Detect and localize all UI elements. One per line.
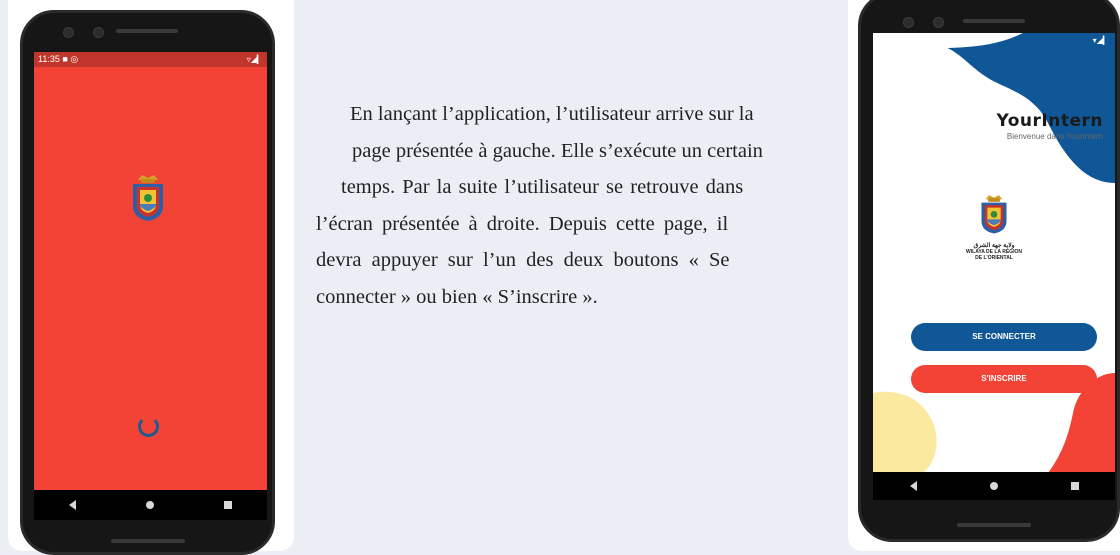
front-camera-icon [63,27,74,38]
signal-battery-icon: ▿◢▎ [246,55,263,64]
recent-apps-icon[interactable] [1070,482,1079,490]
settings-icon: ⚙ [890,35,899,45]
home-icon[interactable] [989,482,998,490]
description-line: l’écran présentée à droite. Depuis cette… [316,212,729,235]
splash-screen: 11:35 ■ ◎ ▿◢▎ [34,52,267,520]
app-subtitle: Bienvenue dans YourIntern [1006,132,1103,141]
status-bar: 11:35 ■ ◎ ▿◢▎ [34,52,267,67]
android-nav-bar [34,490,267,520]
decorative-blobs [873,33,1115,473]
android-nav-bar [873,472,1115,500]
notification-icon: ◎ [70,54,79,64]
connect-button[interactable]: SE CONNECTER [911,323,1097,351]
back-icon[interactable] [909,481,917,491]
description-line: En lançant l’application, l’utilisateur … [350,103,754,125]
app-title: YourIntern [996,111,1103,131]
wilaya-crest-logo [981,195,1007,234]
signup-button[interactable]: S'INSCRIRE [911,365,1097,393]
logo-caption: ولاية جهة الشرق WILAYA DE LA RÉGION DE L… [873,243,1115,261]
earpiece-speaker [963,19,1025,23]
description-line: devra appuyer sur l’un des deux boutons … [316,249,730,271]
bottom-speaker [111,539,185,543]
bottom-speaker [957,523,1031,527]
recent-apps-icon[interactable] [224,501,232,509]
home-phone: 11 ⚙ ◎ ▾◢▎ YourIntern Bienvenue dans You… [858,0,1120,542]
status-bar: 11 ⚙ ◎ ▾◢▎ [873,33,1115,48]
notification-icon: ◎ [901,35,910,45]
loading-spinner [138,416,159,437]
wilaya-crest-logo [133,175,163,221]
earpiece-speaker [116,29,178,33]
front-sensor-icon [93,27,104,38]
splash-phone: 11:35 ■ ◎ ▿◢▎ [20,10,275,555]
home-icon[interactable] [146,501,154,509]
description-paragraph: En lançant l’application, l’utilisateur … [315,96,843,315]
signal-battery-icon: ▾◢▎ [1092,36,1109,45]
description-line: temps. Par la suite l’utilisateur se ret… [341,176,744,198]
status-time: 11 [879,35,889,45]
back-icon[interactable] [69,500,76,510]
lock-icon: ■ [62,54,68,64]
status-time: 11:35 [38,54,60,64]
logo-caption-line2: DE L'ORIENTAL [975,255,1013,261]
front-camera-icon [903,17,914,28]
description-line: connecter » ou bien « S’inscrire ». [316,285,598,308]
description-line: page présentée à gauche. Elle s’exécute … [352,139,763,162]
home-screen: 11 ⚙ ◎ ▾◢▎ YourIntern Bienvenue dans You… [873,33,1115,500]
front-sensor-icon [933,17,944,28]
